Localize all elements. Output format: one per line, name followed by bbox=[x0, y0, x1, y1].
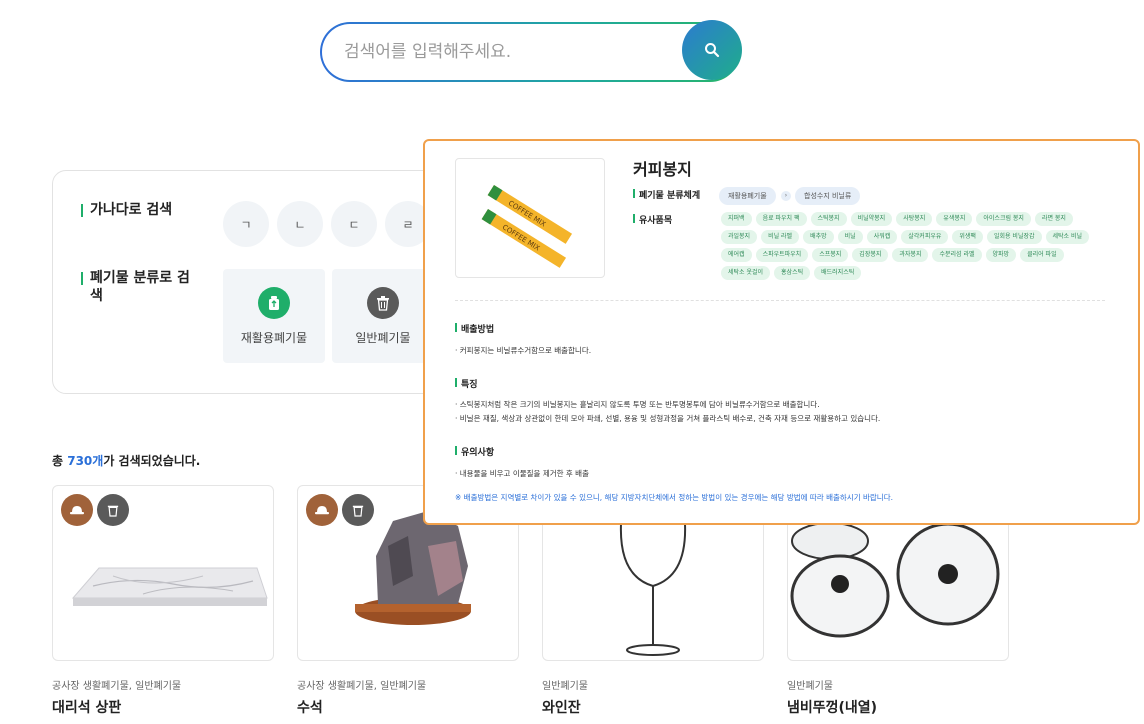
helmet-icon bbox=[70, 506, 84, 515]
product-category: 공사장 생활폐기물, 일반폐기물 bbox=[297, 681, 427, 692]
search-button[interactable] bbox=[682, 20, 742, 80]
caution-heading: 유의사항 bbox=[455, 445, 494, 458]
similar-item-tag[interactable]: 사워캡 bbox=[866, 230, 898, 244]
item-title: 커피봉지 bbox=[633, 160, 692, 179]
badge-group bbox=[306, 494, 374, 526]
construction-waste-badge[interactable] bbox=[306, 494, 338, 526]
coffee-mix-text: COFFEE MIX bbox=[507, 199, 547, 228]
page: 가나다로 검색 ㄱ ㄴ ㄷ ㄹ 폐기물 분류로 검색 재활용폐기물 일반폐기물 … bbox=[0, 0, 1144, 724]
item-detail-popup: COFFEE MIX COFFEE MIX 커피봉지 폐기물 분류체계 재활용폐… bbox=[423, 139, 1140, 525]
category-card-recyclable[interactable]: 재활용폐기물 bbox=[223, 269, 325, 363]
product-name: 수석 bbox=[297, 700, 323, 716]
similar-item-tag[interactable]: 에어캡 bbox=[721, 248, 752, 262]
features-text: · 비닐은 재질, 색상과 상관없이 한데 모아 파쇄, 선별, 용융 및 성형… bbox=[455, 414, 881, 423]
similar-item-tag[interactable]: 비닐약봉지 bbox=[850, 212, 893, 226]
similar-item-tag[interactable]: 김장봉지 bbox=[852, 248, 889, 262]
category-card-general[interactable]: 일반폐기물 bbox=[332, 269, 434, 363]
result-number: 730개 bbox=[67, 454, 104, 468]
product-category: 공사장 생활폐기물, 일반폐기물 bbox=[52, 681, 182, 692]
consonant-button-digeut[interactable]: ㄷ bbox=[331, 201, 377, 247]
similar-item-tag[interactable]: 세탁소 옷걸이 bbox=[721, 266, 771, 280]
result-suffix: 가 검색되었습니다. bbox=[103, 454, 201, 468]
classification-crumb[interactable]: 합성수지 비닐류 bbox=[795, 187, 861, 205]
classification-crumb[interactable]: 재활용폐기물 bbox=[719, 187, 776, 205]
similar-item-tag[interactable]: 지퍼백 bbox=[721, 212, 752, 226]
similar-item-tag[interactable]: 아이스크림 봉지 bbox=[976, 212, 1031, 226]
caution-text: · 내용물을 비우고 이물질을 제거한 후 배출 bbox=[455, 469, 589, 478]
classification-label: 폐기물 분류체계 bbox=[633, 188, 700, 201]
disposal-text: · 커피봉지는 비닐류수거함으로 배출합니다. bbox=[455, 346, 592, 355]
consonant-button-nieun[interactable]: ㄴ bbox=[277, 201, 323, 247]
trash-icon bbox=[367, 287, 399, 319]
search-icon bbox=[705, 43, 720, 58]
similar-item-tag[interactable]: 유색봉지 bbox=[936, 212, 973, 226]
search-inner bbox=[322, 24, 738, 80]
similar-item-tag[interactable]: 스프봉지 bbox=[812, 248, 849, 262]
similar-item-tag[interactable]: 양파망 bbox=[985, 248, 1017, 262]
product-image bbox=[52, 485, 274, 661]
similar-item-tag[interactable]: 수분리섬 라벨 bbox=[932, 248, 982, 262]
similar-item-tag[interactable]: 비닐 bbox=[837, 230, 863, 244]
trash-icon bbox=[107, 505, 119, 517]
badge-group bbox=[61, 494, 129, 526]
similar-item-tag[interactable]: 스틱봉지 bbox=[810, 212, 847, 226]
construction-waste-badge[interactable] bbox=[61, 494, 93, 526]
recycle-icon bbox=[258, 287, 290, 319]
category-search-label: 폐기물 분류로 검색 bbox=[81, 269, 191, 305]
divider bbox=[455, 300, 1105, 301]
filter-panel: 가나다로 검색 ㄱ ㄴ ㄷ ㄹ 폐기물 분류로 검색 재활용폐기물 일반폐기물 bbox=[52, 170, 472, 394]
similar-item-tag[interactable]: 홍삼스틱 bbox=[774, 266, 811, 280]
chevron-right-icon: › bbox=[781, 191, 791, 201]
similar-item-tag[interactable]: 세탁소 비닐 bbox=[1045, 230, 1090, 244]
disposal-heading: 배출방법 bbox=[455, 322, 494, 335]
similar-item-tag[interactable]: 클리어 파일 bbox=[1020, 248, 1064, 262]
search-bar bbox=[320, 20, 742, 82]
alpha-search-label: 가나다로 검색 bbox=[81, 201, 172, 219]
result-count: 총 730개가 검색되었습니다. bbox=[52, 452, 200, 469]
similar-items-list: 지퍼백 음료 파우치 팩 스틱봉지 비닐약봉지 사탕봉지 유색봉지 아이스크림 … bbox=[721, 212, 1103, 280]
product-category: 일반폐기물 bbox=[787, 681, 833, 692]
category-label: 재활용폐기물 bbox=[240, 331, 308, 345]
category-label: 일반폐기물 bbox=[355, 331, 411, 345]
similar-item-tag[interactable]: 스파우트파우치 bbox=[755, 248, 809, 262]
product-name: 와인잔 bbox=[542, 700, 581, 716]
similar-item-tag[interactable]: 배드러지스틱 bbox=[814, 266, 862, 280]
consonant-button-giyeok[interactable]: ㄱ bbox=[223, 201, 269, 247]
product-name: 냄비뚜껑(내열) bbox=[787, 700, 878, 716]
similar-item-tag[interactable]: 일회용 비닐장갑 bbox=[986, 230, 1042, 244]
result-prefix: 총 bbox=[52, 454, 68, 468]
trash-icon bbox=[352, 505, 364, 517]
similar-item-tag[interactable]: 음료 파우치 팩 bbox=[755, 212, 807, 226]
similar-item-tag[interactable]: 과자봉지 bbox=[892, 248, 929, 262]
product-name: 대리석 상판 bbox=[52, 700, 122, 716]
similar-item-tag[interactable]: 과일봉지 bbox=[721, 230, 758, 244]
similar-item-tag[interactable]: 위생팩 bbox=[952, 230, 983, 244]
similar-items-label: 유사품목 bbox=[633, 213, 672, 226]
features-heading: 특징 bbox=[455, 377, 478, 390]
item-image: COFFEE MIX COFFEE MIX bbox=[455, 158, 605, 278]
similar-item-tag[interactable]: 살각커피우유 bbox=[901, 230, 949, 244]
general-waste-badge[interactable] bbox=[97, 494, 129, 526]
similar-item-tag[interactable]: 사탕봉지 bbox=[896, 212, 933, 226]
product-card[interactable]: 공사장 생활폐기물, 일반폐기물 대리석 상판 bbox=[52, 485, 274, 717]
features-text: · 스틱봉지처럼 작은 크기의 비닐봉지는 흩날리지 않도록 투명 또는 반투명… bbox=[455, 400, 820, 409]
search-input[interactable] bbox=[344, 24, 664, 80]
helmet-icon bbox=[315, 506, 329, 515]
similar-item-tag[interactable]: 라면 봉지 bbox=[1034, 212, 1073, 226]
general-waste-badge[interactable] bbox=[342, 494, 374, 526]
coffee-mix-text: COFFEE MIX bbox=[501, 223, 541, 252]
similar-item-tag[interactable]: 비닐 라벨 bbox=[761, 230, 800, 244]
notice-text: ※ 배출방법은 지역별로 차이가 있을 수 있으니, 해당 지방자치단체에서 정… bbox=[455, 493, 893, 502]
similar-item-tag[interactable]: 배추망 bbox=[803, 230, 834, 244]
product-category: 일반폐기물 bbox=[542, 681, 588, 692]
